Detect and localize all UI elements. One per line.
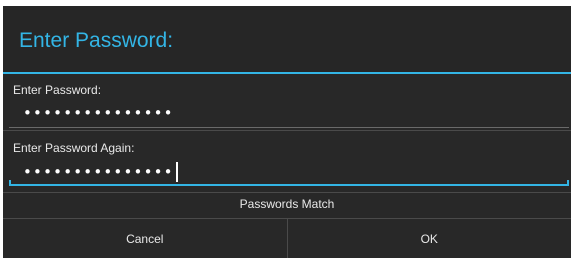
field-divider bbox=[3, 130, 571, 131]
title-divider bbox=[3, 72, 571, 74]
dialog-title: Enter Password: bbox=[19, 29, 174, 52]
confirm-password-value-wrap: ••••••••••••••• bbox=[23, 162, 178, 182]
confirm-password-label: Enter Password Again: bbox=[13, 141, 135, 155]
dialog-button-bar: Cancel OK bbox=[3, 218, 571, 258]
dialog-title-bar: Enter Password: bbox=[3, 6, 571, 72]
text-cursor bbox=[175, 162, 178, 182]
password-label: Enter Password: bbox=[13, 83, 102, 97]
password-field[interactable]: ••••••••••••••• bbox=[9, 102, 569, 128]
status-divider bbox=[3, 192, 571, 193]
confirm-password-field-underline bbox=[9, 184, 569, 186]
confirm-password-field[interactable]: ••••••••••••••• bbox=[9, 160, 569, 186]
password-match-status: Passwords Match bbox=[239, 197, 335, 211]
confirm-password-value: ••••••••••••••• bbox=[23, 163, 174, 181]
ok-button[interactable]: OK bbox=[288, 219, 572, 258]
password-value: ••••••••••••••• bbox=[23, 104, 174, 122]
password-field-underline bbox=[9, 127, 569, 128]
password-dialog: Enter Password: Enter Password: ••••••••… bbox=[3, 6, 571, 258]
cancel-button[interactable]: Cancel bbox=[3, 219, 287, 258]
